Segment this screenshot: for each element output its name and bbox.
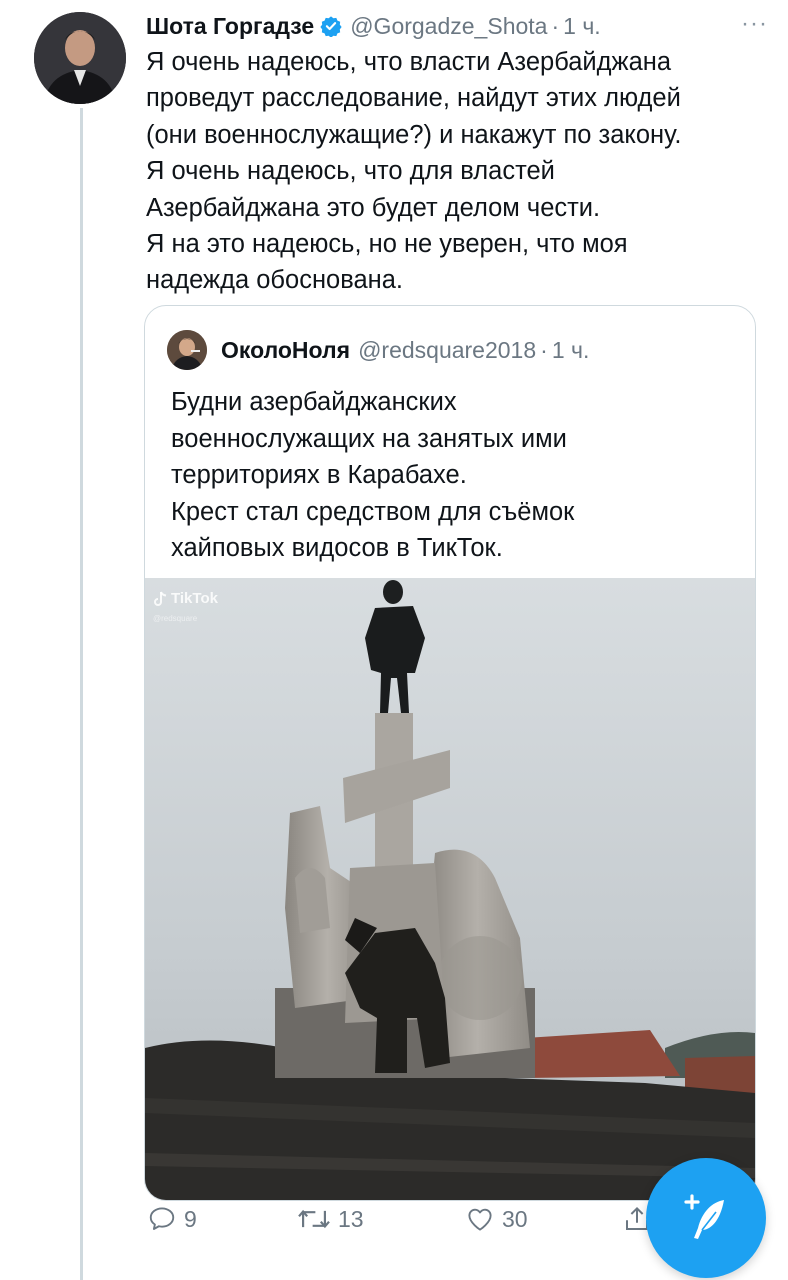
tweet-time[interactable]: 1 ч. <box>563 13 601 40</box>
heart-icon <box>468 1208 492 1231</box>
quoted-author-handle[interactable]: @redsquare2018 <box>358 337 536 364</box>
retweet-button[interactable]: 13 <box>296 1204 364 1234</box>
quoted-author-avatar[interactable] <box>167 330 207 370</box>
quoted-tweet-header: ОколоНоля @redsquare2018 · 1 ч. <box>167 330 589 370</box>
quoted-text-line: Крест стал средством для съёмок <box>171 497 575 526</box>
quoted-text-line: хайповых видосов в ТикТок. <box>171 534 503 563</box>
tweet-text-line: Я очень надеюсь, что для властей <box>146 157 555 186</box>
tweet-text-line: (они военнослужащие?) и накажут по закон… <box>146 120 682 149</box>
author-handle[interactable]: @Gorgadze_Shota <box>350 13 547 40</box>
quoted-tweet-time[interactable]: 1 ч. <box>552 337 590 364</box>
retweet-icon <box>298 1209 330 1229</box>
like-button[interactable]: 30 <box>464 1204 528 1234</box>
tiktok-watermark: TikTok <box>153 590 218 607</box>
tweet-text-line: надежда обоснована. <box>146 266 404 295</box>
tiktok-watermark-text: TikTok <box>171 590 218 607</box>
reply-icon <box>149 1207 175 1230</box>
video-thumbnail[interactable]: TikTok @redsquare <box>145 578 755 1200</box>
more-menu-icon[interactable]: ··· <box>741 10 768 38</box>
quoted-author-name[interactable]: ОколоНоля <box>221 337 350 364</box>
author-name[interactable]: Шота Горгадзе <box>146 13 314 40</box>
quoted-text-line: Будни азербайджанских <box>171 388 457 416</box>
tweet-text: Я очень надеюсь, что власти Азербайджана… <box>146 44 766 299</box>
retweet-count: 13 <box>338 1205 364 1232</box>
tweet-text-line: Азербайджана это будет делом чести. <box>146 193 601 222</box>
tweet-text-line: Я очень надеюсь, что власти Азербайджана <box>146 48 672 76</box>
author-avatar[interactable] <box>34 12 126 104</box>
like-count: 30 <box>502 1205 528 1232</box>
reply-count: 9 <box>184 1205 197 1232</box>
tiktok-watermark-handle: @redsquare <box>153 614 198 623</box>
quoted-separator-dot: · <box>540 336 548 363</box>
tiktok-logo-icon <box>154 591 167 606</box>
tweet-header: Шота Горгадзе @Gorgadze_Shota · 1 ч. ··· <box>146 10 768 42</box>
tweet-text-line: Я на это надеюсь, но не уверен, что моя <box>146 230 628 259</box>
compose-tweet-icon <box>684 1194 724 1239</box>
verified-badge-icon <box>320 15 342 37</box>
tweet-text-line: проведут расследование, найдут этих люде… <box>146 84 681 113</box>
separator-dot: · <box>551 12 560 39</box>
reply-button[interactable]: 9 <box>146 1204 197 1234</box>
quoted-text-line: территориях в Карабахе. <box>171 461 467 490</box>
thread-line <box>80 108 83 1280</box>
quoted-tweet-text: Будни азербайджанских военнослужащих на … <box>171 384 731 567</box>
compose-tweet-button[interactable] <box>646 1158 766 1278</box>
quoted-text-line: военнослужащих на занятых ими <box>171 424 567 453</box>
quoted-tweet-card[interactable]: ОколоНоля @redsquare2018 · 1 ч. Будни аз… <box>144 305 756 1201</box>
